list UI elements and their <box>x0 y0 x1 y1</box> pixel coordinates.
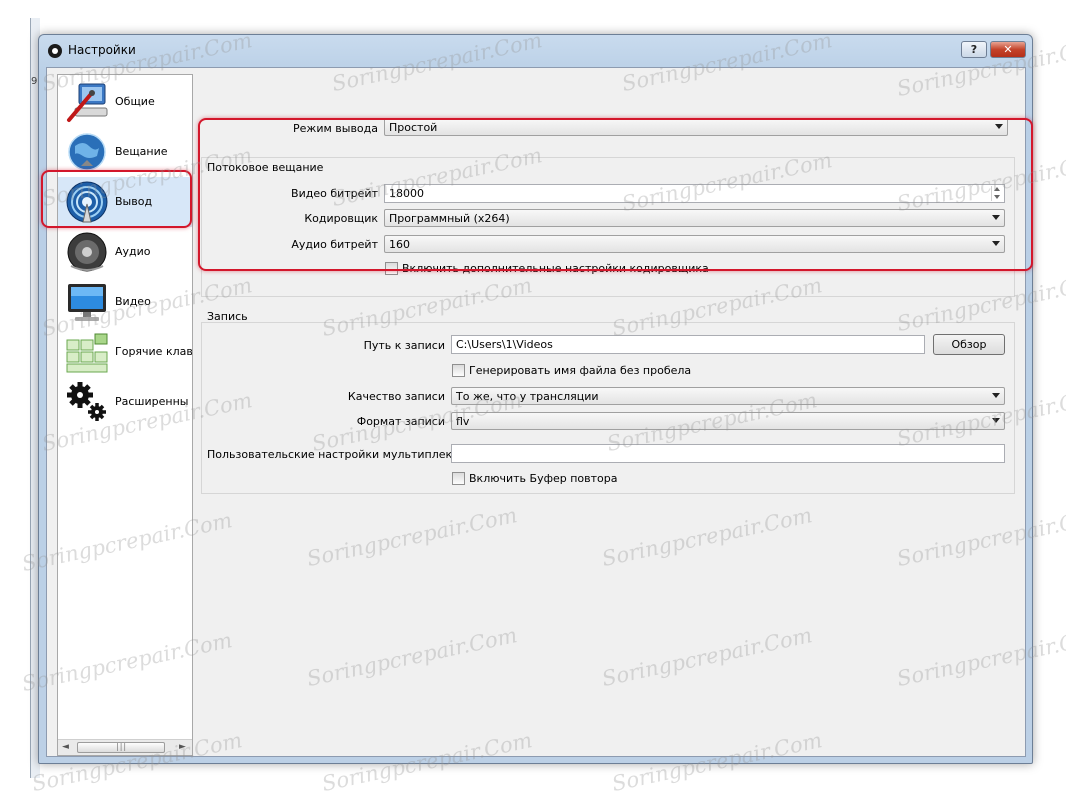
sidebar-horizontal-scrollbar[interactable]: ◄ ||| ► <box>58 739 192 755</box>
recording-path-label: Путь к записи <box>363 339 445 352</box>
sidebar-item-audio[interactable]: Аудио <box>58 227 192 277</box>
scrollbar-grip: ||| <box>116 742 128 751</box>
recording-format-select[interactable]: flv <box>451 412 1005 430</box>
sidebar-item-label: Общие <box>115 95 155 108</box>
browse-button[interactable]: Обзор <box>933 334 1005 355</box>
recording-quality-select[interactable]: То же, что у трансляции <box>451 387 1005 405</box>
replay-buffer-label: Включить Буфер повтора <box>469 472 618 485</box>
scroll-right-icon[interactable]: ► <box>179 742 186 752</box>
background-window-text: 9 <box>31 76 38 87</box>
screen: 9 Настройки ? ✕ Общие Вещание Вывод Ауди… <box>0 0 1066 792</box>
sidebar-item-label: Горячие клав <box>115 345 193 358</box>
help-button-label: ? <box>970 43 978 56</box>
sidebar-item-label: Расширенны <box>115 395 189 408</box>
sidebar-item-video[interactable]: Видео <box>58 277 192 327</box>
sidebar-item-label: Аудио <box>115 245 151 258</box>
title-bar[interactable]: Настройки ? ✕ <box>39 35 1032 67</box>
recording-path-input[interactable]: C:\Users\1\Videos <box>451 335 925 354</box>
muxer-settings-input[interactable] <box>451 444 1005 463</box>
globe-broadcast-icon <box>68 133 106 171</box>
hotkeys-icon <box>66 333 108 373</box>
no-space-filename-label: Генерировать имя файла без пробела <box>469 364 692 377</box>
replay-buffer-checkbox-row[interactable]: Включить Буфер повтора <box>452 471 652 487</box>
no-space-filename-checkbox-row[interactable]: Генерировать имя файла без пробела <box>452 363 712 379</box>
sidebar-item-label: Видео <box>115 295 151 308</box>
close-icon: ✕ <box>1003 43 1013 56</box>
sidebar-item-hotkeys[interactable]: Горячие клав <box>58 327 193 377</box>
chevron-down-icon <box>992 393 1000 398</box>
replay-buffer-checkbox[interactable] <box>452 472 465 485</box>
streaming-highlight-box <box>198 118 1033 271</box>
sidebar-item-label: Вещание <box>115 145 168 158</box>
monitor-icon <box>68 284 106 321</box>
scroll-left-icon[interactable]: ◄ <box>62 742 69 752</box>
speaker-icon <box>67 232 107 272</box>
scrollbar-thumb[interactable]: ||| <box>77 742 165 753</box>
no-space-filename-checkbox[interactable] <box>452 364 465 377</box>
muxer-settings-label: Пользовательские настройки мультиплексор… <box>207 448 479 461</box>
gears-icon <box>67 382 106 421</box>
help-button[interactable]: ? <box>961 41 987 58</box>
recording-path-value: C:\Users\1\Videos <box>456 338 553 351</box>
recording-format-value: flv <box>456 415 470 428</box>
recording-quality-value: То же, что у трансляции <box>456 390 599 403</box>
recording-format-label: Формат записи <box>356 415 445 428</box>
general-settings-icon <box>67 83 108 122</box>
recording-quality-label: Качество записи <box>347 390 445 403</box>
sidebar-item-advanced[interactable]: Расширенны <box>58 377 192 427</box>
window-title: Настройки <box>68 43 136 57</box>
chevron-down-icon <box>992 418 1000 423</box>
obs-logo-icon <box>48 44 62 58</box>
sidebar-item-general[interactable]: Общие <box>58 77 192 127</box>
close-button[interactable]: ✕ <box>990 41 1026 58</box>
output-highlight-box <box>41 170 192 228</box>
